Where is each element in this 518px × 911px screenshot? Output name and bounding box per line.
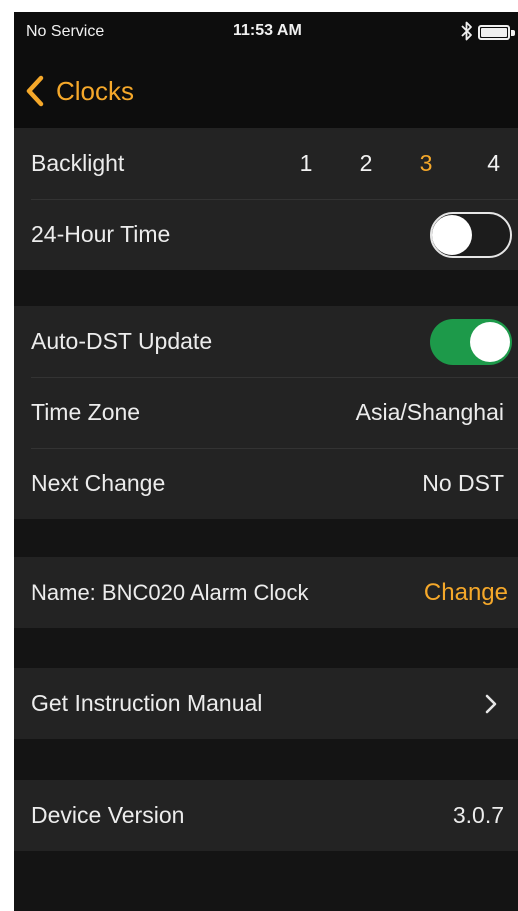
instruction-manual-row[interactable]: Get Instruction Manual: [14, 668, 518, 739]
backlight-option-2[interactable]: 2: [336, 150, 396, 177]
battery-tip: [511, 30, 515, 36]
timezone-label: Time Zone: [31, 399, 141, 425]
backlight-option-4[interactable]: 4: [456, 150, 504, 177]
navigation-bar: Clocks: [14, 54, 518, 128]
next-change-label: Next Change: [31, 470, 166, 496]
status-bar: No Service 11:53 AM: [14, 12, 518, 54]
device-version-group: Device Version 3.0.7: [14, 780, 518, 851]
display-settings-group: Backlight 1 2 3 4 24-Hour Time: [14, 128, 518, 270]
backlight-option-3[interactable]: 3: [396, 150, 456, 177]
timezone-row[interactable]: Time Zone Asia/Shanghai: [14, 377, 518, 448]
device-version-label: Device Version: [31, 802, 185, 828]
battery-icon: [478, 25, 510, 40]
hour24-row: 24-Hour Time: [14, 199, 518, 270]
status-time: 11:53 AM: [233, 22, 302, 39]
change-name-button[interactable]: Change: [424, 579, 508, 607]
auto-dst-toggle[interactable]: [430, 318, 512, 365]
back-button-label: Clocks: [56, 75, 135, 106]
chevron-left-icon: [26, 75, 44, 107]
device-version-value: 3.0.7: [452, 802, 504, 828]
toggle-knob: [432, 214, 472, 255]
instruction-manual-label: Get Instruction Manual: [31, 690, 263, 716]
next-change-row: Next Change No DST: [14, 448, 518, 519]
backlight-label: Backlight: [31, 150, 125, 176]
device-name-label: Name: BNC020 Alarm Clock: [31, 579, 309, 605]
phone-screen: No Service 11:53 AM Clocks Backlight 1 2…: [14, 12, 518, 911]
back-button[interactable]: Clocks: [24, 66, 144, 116]
next-change-value: No DST: [422, 470, 504, 496]
manual-group: Get Instruction Manual: [14, 668, 518, 739]
carrier-label: No Service: [26, 23, 105, 40]
bluetooth-icon: [461, 21, 472, 41]
backlight-option-1[interactable]: 1: [276, 150, 336, 177]
backlight-selector: 1 2 3 4: [276, 150, 504, 177]
hour24-label: 24-Hour Time: [31, 221, 171, 247]
hour24-toggle[interactable]: [430, 211, 512, 258]
device-name-group: Name: BNC020 Alarm Clock Change: [14, 557, 518, 628]
toggle-knob: [470, 321, 510, 362]
chevron-right-icon: [484, 693, 504, 715]
backlight-row: Backlight 1 2 3 4: [14, 128, 518, 199]
auto-dst-row: Auto-DST Update: [14, 306, 518, 377]
dst-settings-group: Auto-DST Update Time Zone Asia/Shanghai …: [14, 306, 518, 519]
device-name-row: Name: BNC020 Alarm Clock Change: [14, 557, 518, 628]
timezone-value: Asia/Shanghai: [355, 399, 504, 425]
device-version-row: Device Version 3.0.7: [14, 780, 518, 851]
auto-dst-label: Auto-DST Update: [31, 328, 213, 354]
